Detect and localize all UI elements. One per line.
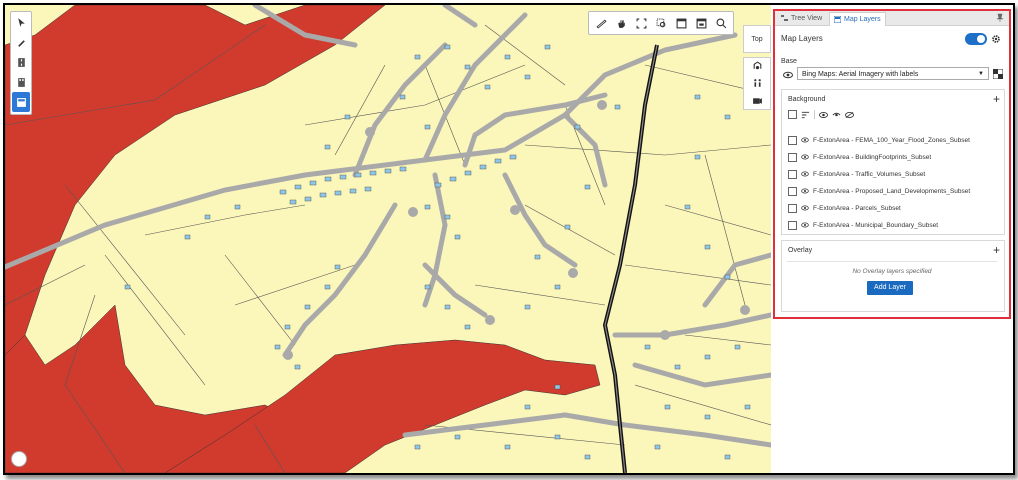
map-view[interactable]: Top (5, 5, 771, 473)
top-view-button[interactable]: Top (743, 25, 771, 53)
map-layers-panel: Tree View Map Layers Map Layers Base Bin… (773, 9, 1011, 319)
zoom-window-icon (656, 18, 665, 27)
basemap-selected: Bing Maps: Aerial Imagery with labels (802, 71, 919, 78)
add-layer-button[interactable]: Add Layer (867, 281, 913, 295)
window-icon (676, 18, 686, 28)
layer-checkbox[interactable] (788, 135, 797, 145)
select-all-checkbox[interactable] (788, 110, 797, 119)
pan-button[interactable] (613, 15, 629, 31)
left-toolbar (10, 11, 32, 115)
eye-icon[interactable] (801, 222, 809, 228)
layer-name: F-ExtonArea - FEMA_100_Year_Flood_Zones_… (813, 136, 970, 144)
layer-row[interactable]: F-ExtonArea - Proposed_Land_Developments… (788, 186, 970, 196)
tab-label: Map Layers (844, 16, 881, 23)
layers-icon (834, 16, 841, 23)
layer-checkbox[interactable] (788, 169, 797, 179)
hand-icon (617, 19, 625, 28)
zoom-button[interactable] (713, 15, 729, 31)
camera-icon[interactable] (752, 95, 763, 106)
zoom-window-button[interactable] (653, 15, 669, 31)
walk-icon[interactable] (752, 78, 763, 89)
layer-name: F-ExtonArea - BuildingFootprints_Subset (813, 153, 932, 161)
eye-icon[interactable] (801, 188, 809, 194)
tab-map-layers[interactable]: Map Layers (829, 12, 886, 26)
building-tool-button[interactable] (12, 72, 30, 92)
half-eye-icon[interactable] (832, 111, 841, 119)
measure-icon (595, 19, 607, 28)
zoom-icon (716, 18, 726, 28)
panel-title: Map Layers (781, 34, 823, 43)
layer-checkbox[interactable] (788, 220, 797, 230)
layers-icon (16, 97, 26, 107)
print-button[interactable] (673, 15, 689, 31)
tree-icon (781, 15, 788, 21)
sort-icon[interactable] (801, 111, 810, 119)
eye-icon[interactable] (783, 71, 793, 79)
gear-icon[interactable] (991, 34, 1001, 44)
layer-row[interactable]: F-ExtonArea - Parcels_Subset (788, 203, 901, 213)
overlay-section: Overlay + No Overlay layers specified Ad… (781, 240, 1005, 312)
panel-tabs: Tree View Map Layers (775, 11, 1009, 26)
layer-row[interactable]: F-ExtonArea - BuildingFootprints_Subset (788, 152, 931, 162)
pencil-icon (17, 39, 25, 47)
screenshot-button[interactable] (693, 15, 709, 31)
map-canvas[interactable] (5, 5, 771, 473)
chevron-down-icon: ▼ (978, 71, 984, 77)
layer-row[interactable]: F-ExtonArea - Traffic_Volumes_Subset (788, 169, 925, 179)
layer-name: F-ExtonArea - Proposed_Land_Developments… (813, 187, 971, 195)
background-tools (788, 110, 854, 119)
building-icon (17, 77, 25, 87)
orbit-icon[interactable] (752, 61, 763, 72)
basemap-select[interactable]: Bing Maps: Aerial Imagery with labels ▼ (797, 67, 989, 80)
map-toolbar (588, 11, 734, 35)
layer-checkbox[interactable] (788, 203, 797, 213)
map-layers-toggle[interactable] (965, 33, 987, 45)
compass-icon[interactable] (11, 451, 27, 467)
tab-tree-view[interactable]: Tree View (777, 12, 826, 25)
layer-row[interactable]: F-ExtonArea - Municipal_Boundary_Subset (788, 220, 938, 230)
add-overlay-layer-button[interactable]: + (993, 243, 1000, 257)
base-label: Base (781, 58, 797, 65)
camera-controls (743, 57, 771, 110)
road-tool-button[interactable] (12, 52, 30, 72)
road-icon (17, 57, 25, 67)
tab-label: Tree View (791, 15, 823, 22)
layer-row[interactable]: F-ExtonArea - FEMA_100_Year_Flood_Zones_… (788, 135, 970, 145)
overlay-title: Overlay (788, 247, 813, 254)
eye-icon[interactable] (801, 171, 809, 177)
eye-icon[interactable] (801, 205, 809, 211)
draw-tool-button[interactable] (12, 32, 30, 52)
divider (814, 110, 815, 119)
eye-icon[interactable] (819, 111, 828, 119)
eye-icon[interactable] (801, 137, 809, 143)
no-overlay-text: No Overlay layers specified (852, 268, 932, 275)
layer-checkbox[interactable] (788, 186, 797, 196)
view-controls: Top (743, 25, 771, 110)
measure-button[interactable] (593, 15, 609, 31)
window-alt-icon (696, 18, 706, 28)
app-window: Top Tree View Map Layers Map Layers Base… (3, 3, 1015, 475)
select-tool-button[interactable] (12, 12, 30, 32)
background-title: Background (788, 96, 826, 103)
basemap-gallery-icon[interactable] (993, 69, 1003, 79)
zoom-extent-button[interactable] (633, 15, 649, 31)
layer-checkbox[interactable] (788, 152, 797, 162)
layers-tool-button[interactable] (12, 92, 30, 112)
layer-name: F-ExtonArea - Traffic_Volumes_Subset (813, 170, 926, 178)
background-section: Background + F-ExtonArea - FEMA_100_Year… (781, 89, 1005, 235)
layer-name: F-ExtonArea - Municipal_Boundary_Subset (813, 221, 939, 229)
eye-icon[interactable] (801, 154, 809, 160)
layer-name: F-ExtonArea - Parcels_Subset (813, 204, 901, 212)
extent-icon (636, 18, 646, 28)
overlay-list: No Overlay layers specified Add Layer (787, 261, 997, 308)
cursor-icon (17, 17, 25, 27)
pin-icon[interactable] (995, 13, 1005, 23)
eye-off-icon[interactable] (845, 111, 854, 119)
add-background-layer-button[interactable]: + (993, 92, 1000, 106)
